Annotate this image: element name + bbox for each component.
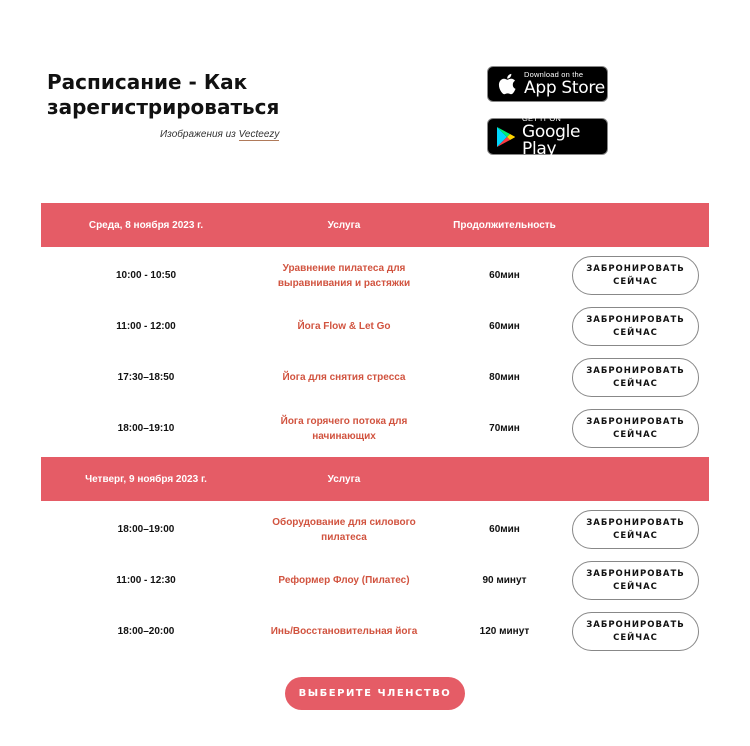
session-time: 18:00–20:00 xyxy=(117,626,175,637)
book-now-button[interactable]: ЗАБРОНИРОВАТЬ СЕЙЧАС xyxy=(572,358,699,397)
session-time: 18:00–19:10 xyxy=(117,423,175,434)
app-store-badge[interactable]: Download on the App Store xyxy=(487,66,608,102)
image-credit: Изображения из Vecteezy xyxy=(160,129,280,141)
book-now-button[interactable]: ЗАБРОНИРОВАТЬ СЕЙЧАС xyxy=(572,256,699,295)
google-play-icon xyxy=(496,125,516,149)
session-time: 18:00–19:00 xyxy=(117,524,175,535)
book-now-button[interactable]: ЗАБРОНИРОВАТЬ СЕЙЧАС xyxy=(572,510,699,549)
service-column-header: Услуга xyxy=(327,219,361,231)
book-now-button[interactable]: ЗАБРОНИРОВАТЬ СЕЙЧАС xyxy=(572,561,699,600)
google-play-badge[interactable]: GET IT ON Google Play xyxy=(487,115,608,159)
session-duration: 60мин xyxy=(489,270,520,281)
session-service[interactable]: Инь/Восстановительная йога xyxy=(251,624,437,639)
session-service[interactable]: Реформер Флоу (Пилатес) xyxy=(251,573,437,588)
session-duration: 120 минут xyxy=(479,626,530,637)
book-now-button[interactable]: ЗАБРОНИРОВАТЬ СЕЙЧАС xyxy=(572,307,699,346)
day-header: Среда, 8 ноября 2023 г. Услуга Продолжит… xyxy=(41,203,709,247)
table-row: 11:00 - 12:00 Йога Flow & Let Go 60мин З… xyxy=(41,301,709,352)
table-row: 18:00–19:10 Йога горячего потока для нач… xyxy=(41,403,709,454)
apple-icon xyxy=(496,72,518,96)
session-duration: 70мин xyxy=(489,423,520,434)
session-service[interactable]: Йога для снятия стресса xyxy=(251,370,437,385)
session-time: 11:00 - 12:30 xyxy=(116,575,176,586)
day-date: Среда, 8 ноября 2023 г. xyxy=(88,219,204,231)
session-time: 11:00 - 12:00 xyxy=(116,321,176,332)
session-time: 10:00 - 10:50 xyxy=(115,270,177,281)
book-now-button[interactable]: ЗАБРОНИРОВАТЬ СЕЙЧАС xyxy=(572,409,699,448)
service-column-header: Услуга xyxy=(327,473,361,485)
table-row: 18:00–19:00 Оборудование для силового пи… xyxy=(41,504,709,555)
session-service[interactable]: Уравнение пилатеса для выравнивания и ра… xyxy=(251,261,437,291)
table-row: 17:30–18:50 Йога для снятия стресса 80ми… xyxy=(41,352,709,403)
google-play-label: Google Play xyxy=(522,121,581,159)
day-date: Четверг, 9 ноября 2023 г. xyxy=(85,473,207,485)
book-now-button[interactable]: ЗАБРОНИРОВАТЬ СЕЙЧАС xyxy=(572,612,699,651)
day-header: Четверг, 9 ноября 2023 г. Услуга xyxy=(41,457,709,501)
credit-prefix: Изображения из xyxy=(160,129,236,140)
session-duration: 80мин xyxy=(489,372,520,383)
credit-link[interactable]: Vecteezy xyxy=(238,129,280,141)
session-duration: 60мин xyxy=(489,524,520,535)
session-time: 17:30–18:50 xyxy=(117,372,175,383)
session-service[interactable]: Йога горячего потока для начинающих xyxy=(251,414,437,444)
session-duration: 60мин xyxy=(489,321,520,332)
session-duration: 90 минут xyxy=(482,575,527,586)
schedule-table: Среда, 8 ноября 2023 г. Услуга Продолжит… xyxy=(41,203,709,657)
app-store-label: App Store xyxy=(524,77,605,98)
table-row: 11:00 - 12:30 Реформер Флоу (Пилатес) 90… xyxy=(41,555,709,606)
session-service[interactable]: Йога Flow & Let Go xyxy=(251,319,437,334)
table-row: 18:00–20:00 Инь/Восстановительная йога 1… xyxy=(41,606,709,657)
session-service[interactable]: Оборудование для силового пилатеса xyxy=(251,515,437,545)
duration-column-header: Продолжительность xyxy=(453,219,556,231)
choose-membership-button[interactable]: ВЫБЕРИТЕ ЧЛЕНСТВО xyxy=(285,677,465,710)
page-title: Расписание - Как зарегистрироваться xyxy=(47,70,280,119)
table-row: 10:00 - 10:50 Уравнение пилатеса для выр… xyxy=(41,250,709,301)
